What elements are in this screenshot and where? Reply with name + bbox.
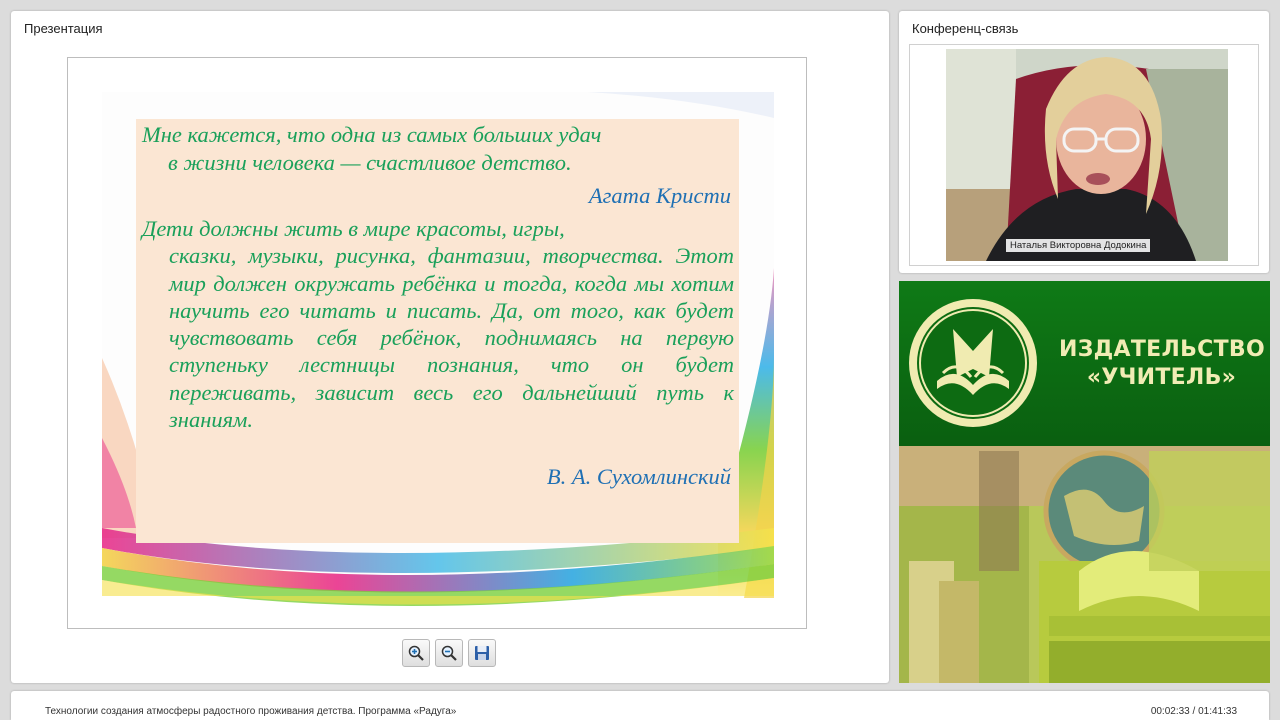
quote-sukhomlinsky-rest: сказки, музыки, рисунка, фантазии, творч… <box>169 243 734 433</box>
save-icon <box>475 646 489 660</box>
presentation-panel: Презентация Мне кажется, что одна из сам… <box>11 11 889 683</box>
author-sukhomlinsky: В. А. Сухомлинский <box>546 464 731 489</box>
publisher-name: ИЗДАТЕЛЬСТВО «УЧИТЕЛЬ» <box>1059 336 1265 392</box>
zoom-out-button[interactable] <box>435 639 463 667</box>
publisher-name-line1: ИЗДАТЕЛЬСТВО <box>1059 337 1265 362</box>
quote-sukhomlinsky: Дети должны жить в мире красоты, игры, с… <box>142 215 734 433</box>
quote-kristi-line2: в жизни человека — счастливое детство. <box>168 150 572 175</box>
presentation-title: Презентация <box>24 21 103 36</box>
publisher-banner: ИЗДАТЕЛЬСТВО «УЧИТЕЛЬ» <box>899 281 1270 683</box>
quote-kristi: Мне кажется, что одна из самых больших у… <box>142 121 740 177</box>
zoom-out-icon <box>441 645 457 661</box>
save-button[interactable] <box>468 639 496 667</box>
webinar-title: Технологии создания атмосферы радостного… <box>45 706 457 717</box>
publisher-name-line2: «УЧИТЕЛЬ» <box>1086 365 1237 390</box>
speaker-name-label: Наталья Викторовна Додокина <box>1006 239 1151 252</box>
zoom-in-button[interactable] <box>402 639 430 667</box>
zoom-in-icon <box>408 645 424 661</box>
conference-title: Конференц-связь <box>912 21 1019 36</box>
playback-time: 00:02:33 / 01:41:33 <box>1150 706 1237 717</box>
quote-sukhomlinsky-first: Дети должны жить в мире красоты, игры, <box>142 216 565 241</box>
video-frame: Наталья Викторовна Додокина <box>909 44 1259 266</box>
author-kristi: Агата Кристи <box>588 183 731 208</box>
bottom-bar: Технологии создания атмосферы радостного… <box>11 691 1269 720</box>
conference-panel: Конференц-связь Наталья Викторовна Додок… <box>899 11 1269 273</box>
quote-kristi-line1: Мне кажется, что одна из самых больших у… <box>142 122 602 147</box>
speaker-video: Наталья Викторовна Додокина <box>946 49 1228 261</box>
slide-frame: Мне кажется, что одна из самых больших у… <box>67 57 807 629</box>
slide-quote-box: Мне кажется, что одна из самых больших у… <box>136 119 739 543</box>
speaker-image <box>946 49 1228 261</box>
